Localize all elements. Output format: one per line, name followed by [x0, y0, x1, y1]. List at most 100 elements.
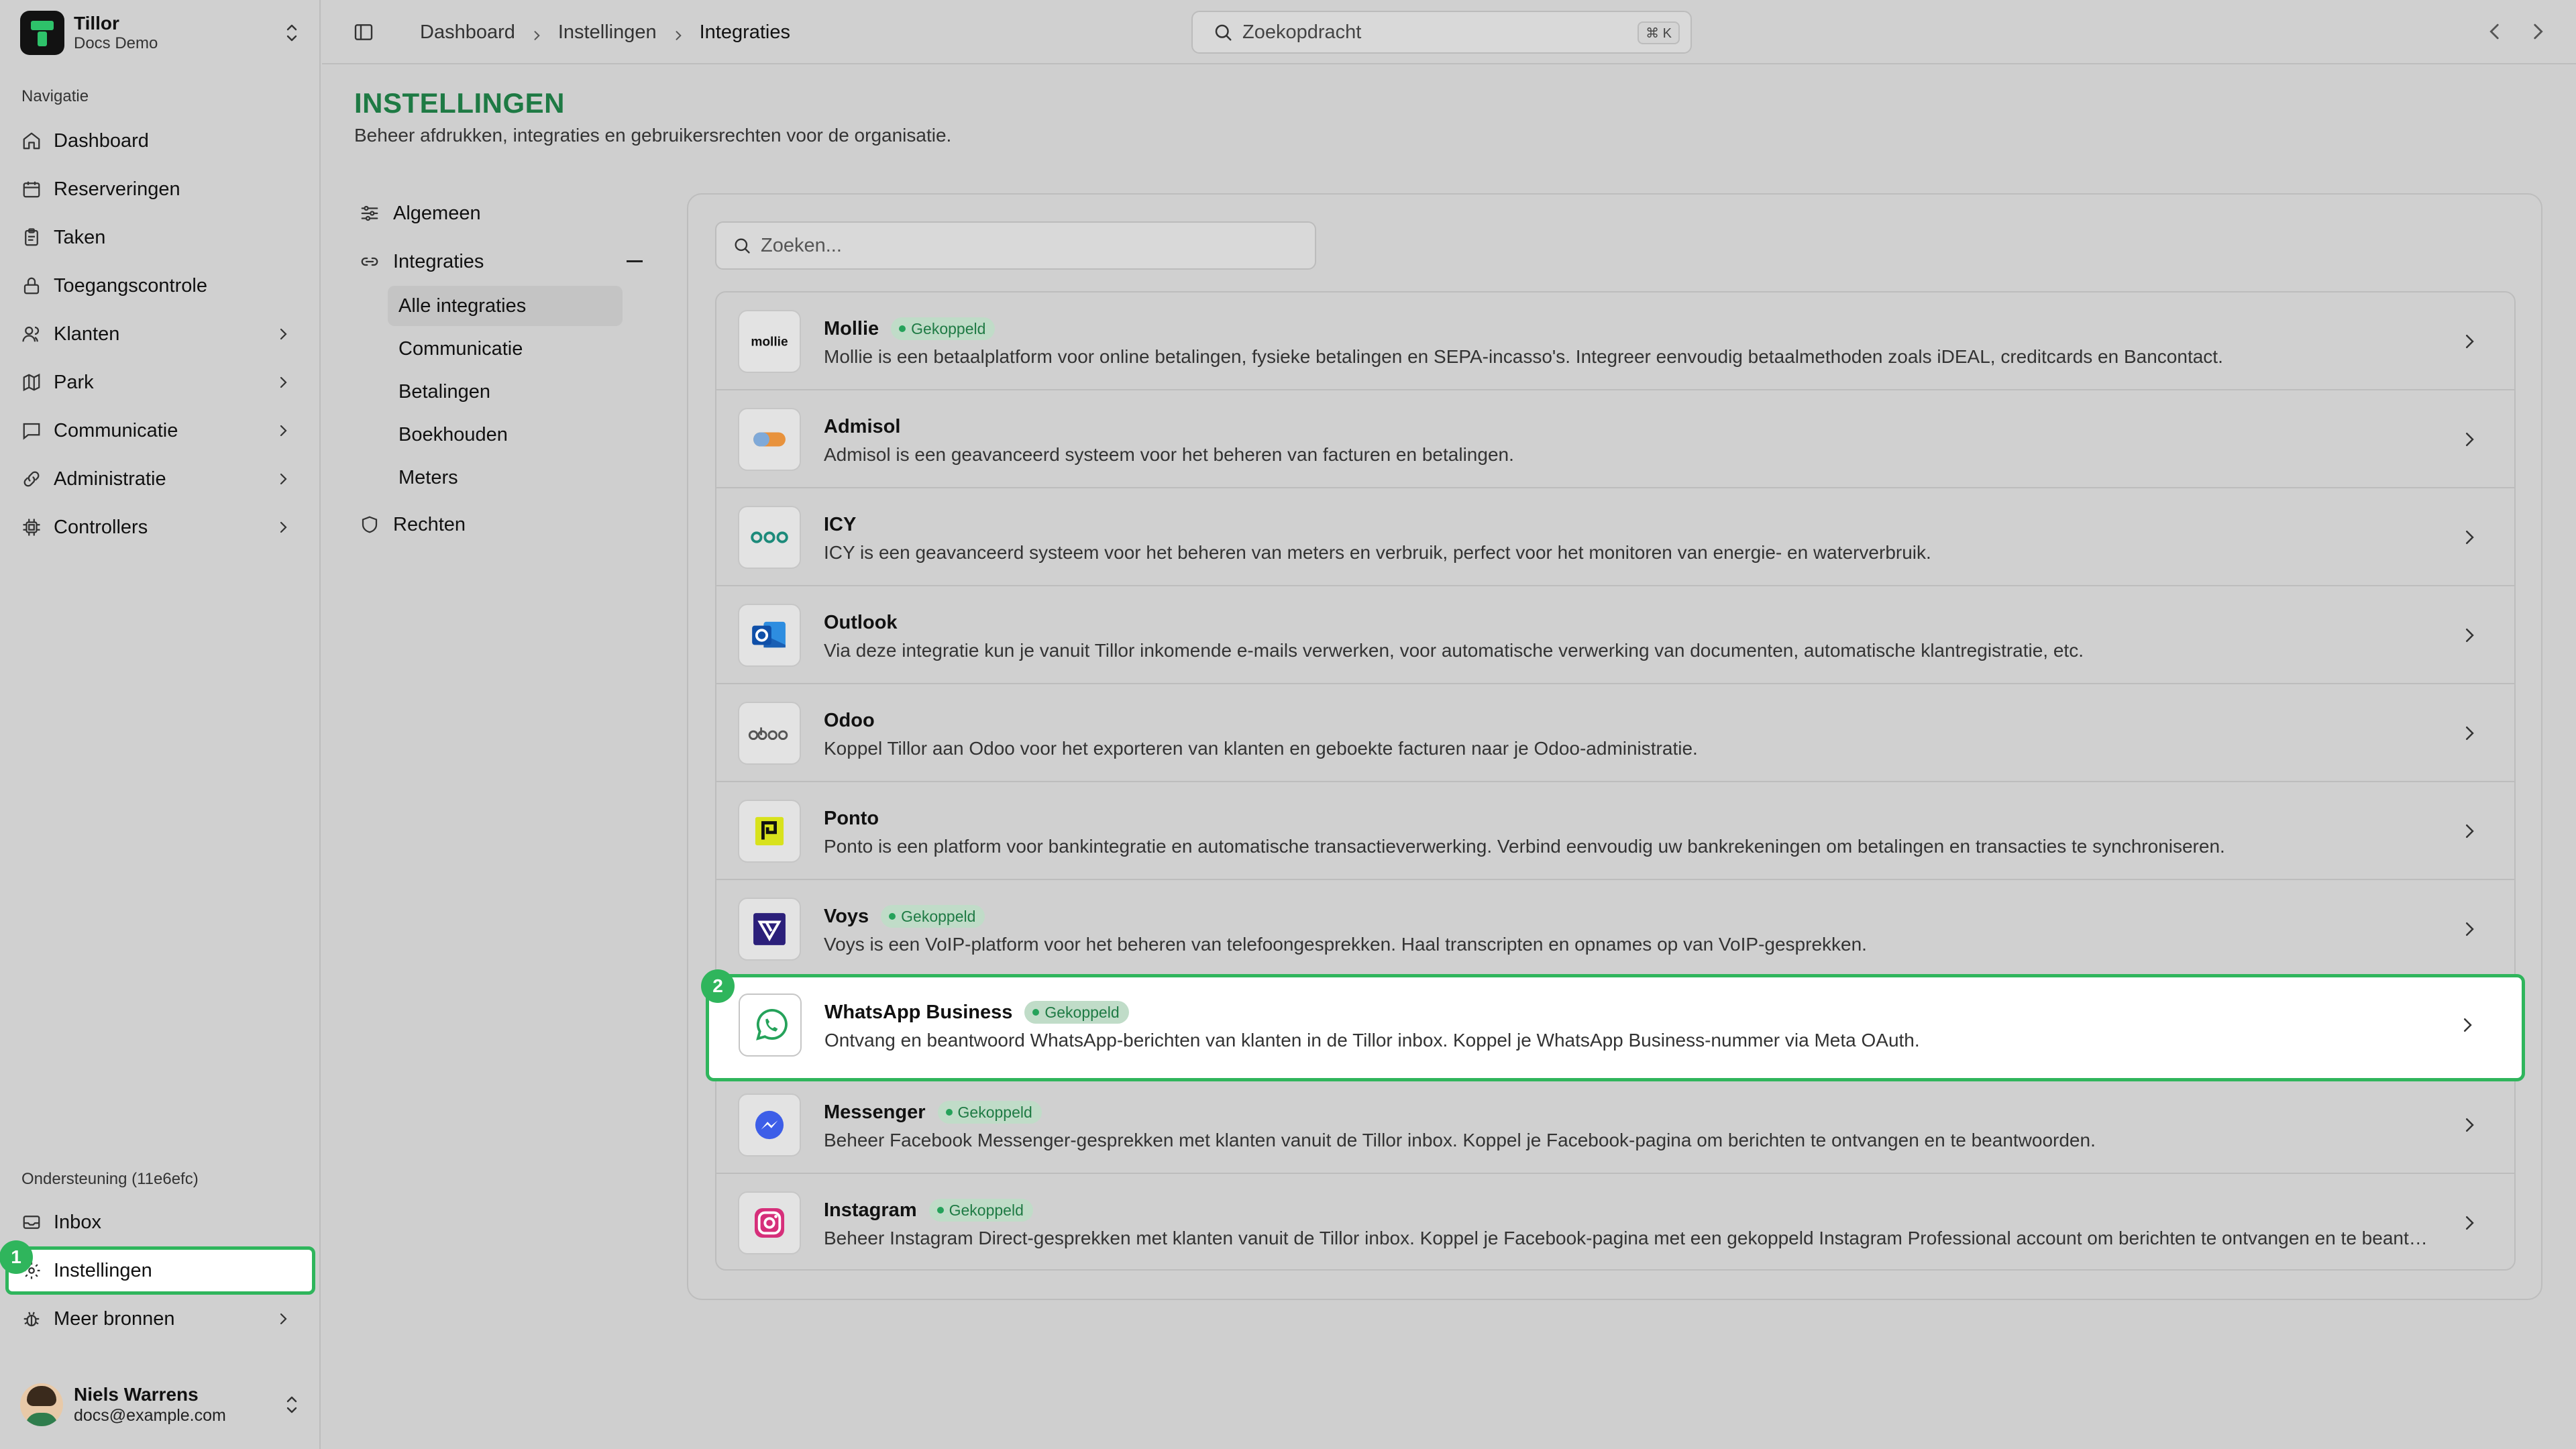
chevron-right-icon	[2459, 527, 2479, 547]
chevron-right-icon	[2459, 625, 2479, 645]
sidebar-item-park[interactable]: Park	[9, 358, 311, 407]
page-title: INSTELLINGEN	[354, 87, 566, 119]
integration-row-ponto[interactable]: Ponto Ponto is een platform voor bankint…	[716, 782, 2514, 880]
settings-nav-rechten[interactable]: Rechten	[360, 500, 648, 549]
chevron-right-icon	[672, 25, 685, 40]
user-name: Niels Warrens	[74, 1384, 199, 1405]
chip-icon	[21, 517, 42, 537]
status-badge: Gekoppeld	[1024, 1001, 1129, 1024]
voys-logo-icon	[738, 898, 801, 961]
map-icon	[21, 372, 42, 392]
integration-description: Ponto is een platform voor bankintegrati…	[824, 836, 2225, 857]
integrations-list: mollie Mollie Gekoppeld Mollie is een be…	[701, 291, 2525, 1272]
status-badge: Gekoppeld	[891, 317, 996, 340]
category-meters[interactable]: Meters	[388, 458, 623, 498]
integration-name: Admisol	[824, 415, 901, 437]
odoo-logo-icon	[738, 702, 801, 765]
back-arrow-icon[interactable]	[2483, 20, 2506, 43]
settings-nav-algemeen[interactable]: Algemeen	[360, 189, 648, 237]
row-title: Mollie Gekoppeld	[824, 317, 996, 341]
integration-row-mollie[interactable]: mollie Mollie Gekoppeld Mollie is een be…	[716, 292, 2514, 390]
category-boekhouden[interactable]: Boekhouden	[388, 415, 623, 455]
sidebar-item-meer-bronnen[interactable]: Meer bronnen	[9, 1295, 311, 1343]
integration-name: Instagram	[824, 1199, 917, 1221]
search-icon	[735, 238, 750, 254]
chevron-right-icon	[530, 25, 543, 40]
forward-arrow-icon[interactable]	[2526, 20, 2549, 43]
integration-row-icy[interactable]: ICY ICY is een geavanceerd systeem voor …	[716, 488, 2514, 586]
sidebar-item-inbox[interactable]: Inbox	[9, 1198, 311, 1246]
sidebar-item-taken[interactable]: Taken	[9, 213, 311, 262]
settings-nav-label: Integraties	[393, 250, 484, 272]
user-email: docs@example.com	[74, 1406, 226, 1425]
settings-nav: Algemeen Integraties Alle integraties Co…	[360, 189, 648, 549]
row-title: Voys Gekoppeld	[824, 904, 985, 928]
sidebar-toggle-icon[interactable]	[353, 21, 374, 43]
integration-row-voys[interactable]: Voys Gekoppeld Voys is een VoIP-platform…	[716, 880, 2514, 978]
category-betalingen[interactable]: Betalingen	[388, 372, 623, 412]
integration-name: Outlook	[824, 611, 898, 633]
integration-description: Admisol is een geavanceerd systeem voor …	[824, 444, 1514, 465]
sidebar-item-label: Inbox	[54, 1211, 101, 1233]
sidebar-item-klanten[interactable]: Klanten	[9, 310, 311, 358]
sidebar-item-label: Dashboard	[54, 129, 149, 152]
row-title: Outlook	[824, 610, 898, 635]
org-text: Tillor Docs Demo	[74, 13, 282, 53]
chevron-right-icon	[275, 374, 291, 390]
sidebar-item-label: Reserveringen	[54, 178, 180, 200]
user-menu[interactable]: Niels Warrens docs@example.com	[20, 1378, 302, 1432]
step-badge: 2	[701, 969, 735, 1003]
collapse-minus-icon[interactable]	[627, 260, 643, 262]
status-dot	[899, 325, 906, 332]
org-switcher[interactable]: Tillor Docs Demo	[20, 9, 302, 56]
sidebar-item-instellingen[interactable]: 1 Instellingen	[0, 1240, 315, 1295]
chevrons-up-down-icon	[282, 1391, 302, 1418]
status-dot	[945, 1109, 953, 1116]
support-section-label: Ondersteuning (11e6efc)	[21, 1170, 199, 1188]
chevron-right-icon	[2459, 821, 2479, 841]
settings-nav-label: Rechten	[393, 513, 466, 535]
sidebar-item-communicatie[interactable]: Communicatie	[9, 407, 311, 455]
integrations-search-input[interactable]	[761, 234, 1297, 257]
integration-row-instagram[interactable]: Instagram Gekoppeld Beheer Instagram Dir…	[716, 1174, 2514, 1272]
category-alle-integraties[interactable]: Alle integraties	[388, 286, 623, 326]
sidebar-item-administratie[interactable]: Administratie	[9, 455, 311, 503]
sliders-icon	[360, 203, 380, 223]
sidebar-item-dashboard[interactable]: Dashboard	[9, 117, 311, 165]
chevron-right-icon	[275, 471, 291, 487]
integration-description: Via deze integratie kun je vanuit Tillor…	[824, 640, 2084, 661]
sidebar-item-label: Instellingen	[54, 1259, 152, 1281]
integration-row-odoo[interactable]: Odoo Koppel Tillor aan Odoo voor het exp…	[716, 684, 2514, 782]
lock-icon	[21, 276, 42, 296]
breadcrumb-integraties: Integraties	[699, 21, 791, 43]
integration-name: Odoo	[824, 709, 875, 731]
breadcrumb-dashboard[interactable]: Dashboard	[420, 21, 515, 44]
sidebar-item-label: Meer bronnen	[54, 1307, 175, 1330]
row-title: Admisol	[824, 415, 900, 439]
instagram-logo-icon	[738, 1191, 801, 1254]
search-icon	[1215, 24, 1232, 41]
integration-row-admisol[interactable]: Admisol Admisol is een geavanceerd syste…	[716, 390, 2514, 488]
page-subtitle: Beheer afdrukken, integraties en gebruik…	[354, 125, 952, 146]
integration-row-outlook[interactable]: Outlook Via deze integratie kun je vanui…	[716, 586, 2514, 684]
mollie-logo-icon: mollie	[738, 310, 801, 373]
home-icon	[21, 131, 42, 151]
breadcrumb-instellingen[interactable]: Instellingen	[558, 21, 657, 44]
chevron-right-icon	[2459, 723, 2479, 743]
row-title: Instagram Gekoppeld	[824, 1198, 1033, 1222]
integration-row-whatsapp-business[interactable]: 2 WhatsApp Business Gekoppeld Ontvang en…	[701, 969, 2525, 1081]
step-badge: 1	[0, 1240, 33, 1274]
integration-row-messenger[interactable]: Messenger Gekoppeld Beheer Facebook Mess…	[716, 1076, 2514, 1174]
history-nav	[2463, 20, 2549, 43]
chevron-right-icon	[275, 519, 291, 535]
sidebar: Tillor Docs Demo Navigatie Dashboard Res…	[0, 0, 321, 1449]
integration-description: Beheer Facebook Messenger-gesprekken met…	[824, 1130, 2096, 1150]
sidebar-item-controllers[interactable]: Controllers	[9, 503, 311, 551]
app-root: Tillor Docs Demo Navigatie Dashboard Res…	[0, 0, 2576, 1449]
sidebar-item-reserveringen[interactable]: Reserveringen	[9, 165, 311, 213]
sidebar-item-toegangscontrole[interactable]: Toegangscontrole	[9, 262, 311, 310]
category-communicatie[interactable]: Communicatie	[388, 329, 623, 369]
command-search[interactable]: Zoekopdracht ⌘ K	[1191, 11, 1692, 54]
chevron-right-icon	[2457, 1015, 2477, 1035]
settings-nav-integraties[interactable]: Integraties	[360, 237, 648, 286]
